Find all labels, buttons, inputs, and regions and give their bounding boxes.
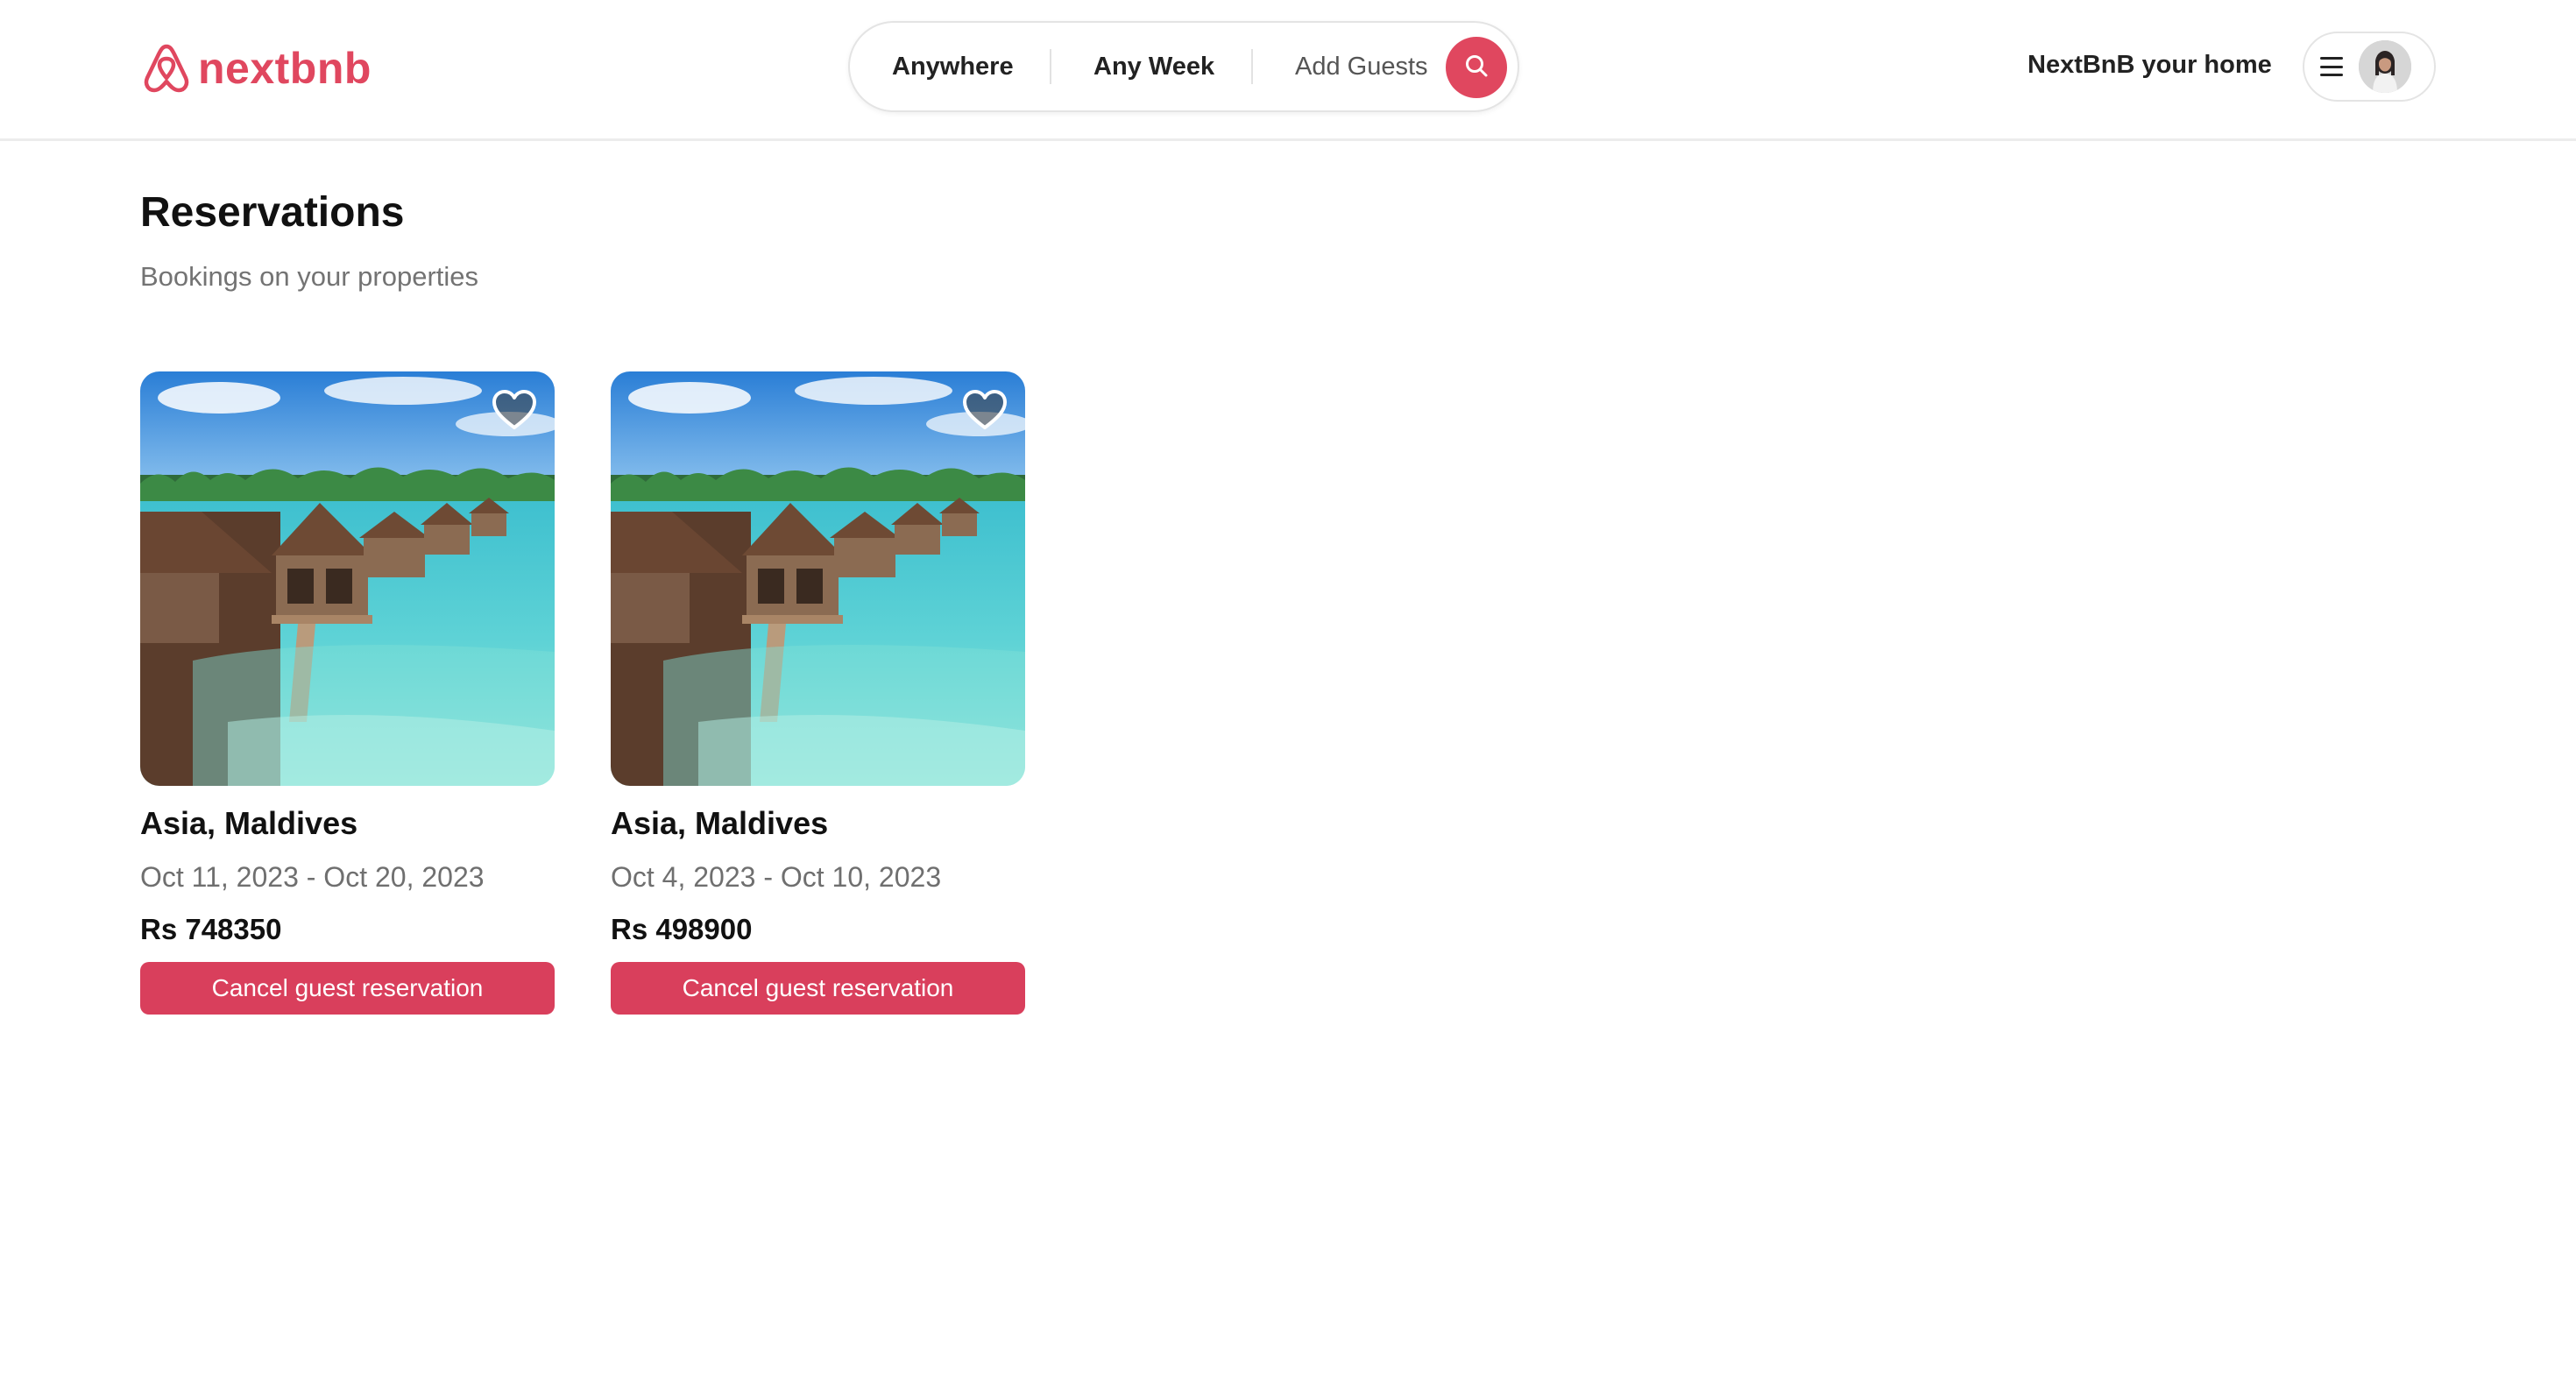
search-icon	[1463, 53, 1490, 83]
airbnb-belo-icon	[140, 41, 193, 95]
top-navbar: nextbnb Anywhere Any Week Add Guests Nex…	[0, 0, 2576, 141]
heart-icon	[962, 389, 1008, 431]
page-subtitle: Bookings on your properties	[140, 261, 479, 292]
search-divider	[1050, 49, 1051, 84]
listing-location: Asia, Maldives	[611, 805, 829, 841]
page-title: Reservations	[140, 189, 405, 236]
cancel-reservation-button[interactable]: Cancel guest reservation	[611, 962, 1025, 1015]
brand-name: nextbnb	[198, 44, 372, 93]
hamburger-menu-icon	[2320, 57, 2343, 76]
listing-location: Asia, Maldives	[140, 805, 358, 841]
reservation-price: Rs 498900	[611, 913, 753, 945]
favorite-button[interactable]	[962, 389, 1008, 431]
user-avatar	[2359, 40, 2411, 93]
search-week[interactable]: Any Week	[1093, 53, 1214, 81]
reservation-card[interactable]: Asia, Maldives Oct 4, 2023 - Oct 10, 202…	[611, 371, 1025, 1015]
favorite-button[interactable]	[492, 389, 537, 431]
reservation-dates: Oct 4, 2023 - Oct 10, 2023	[611, 861, 942, 893]
reservation-dates: Oct 11, 2023 - Oct 20, 2023	[140, 861, 485, 893]
reservation-card[interactable]: Asia, Maldives Oct 11, 2023 - Oct 20, 20…	[140, 371, 555, 1015]
listing-image[interactable]	[140, 371, 555, 786]
host-your-home-link[interactable]: NextBnB your home	[2028, 51, 2272, 80]
user-menu-button[interactable]	[2303, 32, 2436, 102]
cancel-reservation-button[interactable]: Cancel guest reservation	[140, 962, 555, 1015]
search-bar[interactable]: Anywhere Any Week Add Guests	[848, 21, 1519, 112]
brand-logo[interactable]: nextbnb	[140, 37, 372, 100]
reservation-price: Rs 748350	[140, 913, 282, 945]
search-button[interactable]	[1446, 37, 1507, 98]
heart-icon	[492, 389, 537, 431]
search-location[interactable]: Anywhere	[892, 53, 1014, 81]
search-guests[interactable]: Add Guests	[1295, 53, 1428, 81]
search-divider	[1251, 49, 1253, 84]
listing-image[interactable]	[611, 371, 1025, 786]
